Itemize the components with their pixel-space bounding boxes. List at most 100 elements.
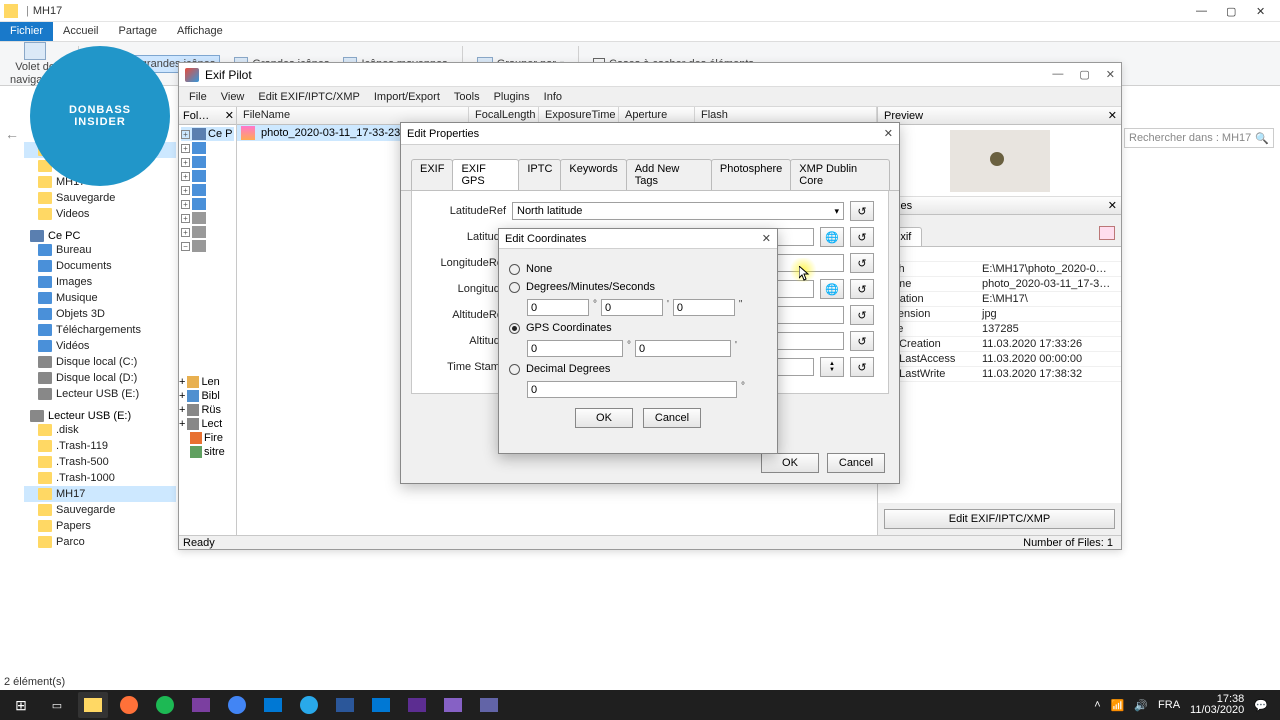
label-latituderef: LatitudeRef	[426, 205, 506, 217]
tab-keywords[interactable]: Keywords	[560, 159, 626, 190]
tray-chevron-icon[interactable]: ˄	[1094, 699, 1100, 711]
image-icon	[241, 126, 255, 140]
app-icon	[185, 68, 199, 82]
ok-button[interactable]: OK	[761, 453, 819, 473]
taskbar-app[interactable]	[402, 692, 432, 718]
close-icon[interactable]: ✕	[1108, 109, 1117, 122]
app-title: Exif Pilot	[205, 68, 1052, 82]
menu-view[interactable]: View	[215, 89, 251, 105]
reset-button[interactable]: ↺	[850, 279, 874, 299]
back-button[interactable]: ←	[0, 86, 24, 678]
taskbar-app[interactable]	[294, 692, 324, 718]
gps-deg-input[interactable]	[527, 340, 623, 357]
edit-coordinates-dialog: Edit Coordinates ✕ None Degrees/Minutes/S…	[498, 228, 778, 454]
menu-plugins[interactable]: Plugins	[488, 89, 536, 105]
globe-button[interactable]: 🌐	[820, 227, 844, 247]
tray-clock[interactable]: 17:38 11/03/2020	[1190, 694, 1244, 716]
label-altitude: Altitude	[426, 335, 506, 347]
globe-button[interactable]: 🌐	[820, 279, 844, 299]
taskbar-app[interactable]	[258, 692, 288, 718]
tab-photosphere[interactable]: Photosphere	[711, 159, 791, 190]
close-icon[interactable]: ✕	[884, 127, 893, 140]
exif-minimize-button[interactable]: —	[1052, 68, 1063, 81]
reset-button[interactable]: ↺	[850, 331, 874, 351]
reset-button[interactable]: ↺	[850, 227, 874, 247]
label-longituderef: LongitudeRef	[426, 257, 506, 269]
taskbar-app[interactable]	[114, 692, 144, 718]
cancel-button[interactable]: Cancel	[827, 453, 885, 473]
label-altituderef: AltitudeRef	[426, 309, 506, 321]
label-latitude: Latitude	[426, 231, 506, 243]
taskbar-app[interactable]	[186, 692, 216, 718]
tab-view[interactable]: Affichage	[167, 22, 233, 41]
taskbar-app[interactable]	[222, 692, 252, 718]
label-timestamp: Time Stamp	[426, 361, 506, 373]
tab-xmp-dc[interactable]: XMP Dublin Core	[790, 159, 890, 190]
cancel-button[interactable]: Cancel	[643, 408, 701, 428]
menu-info[interactable]: Info	[538, 89, 568, 105]
tab-file[interactable]: Fichier	[0, 22, 53, 41]
preview-header: Preview	[884, 110, 923, 122]
menu-edit[interactable]: Edit EXIF/IPTC/XMP	[252, 89, 365, 105]
taskbar-app[interactable]	[366, 692, 396, 718]
option-dd[interactable]: Decimal Degrees	[509, 363, 767, 375]
tab-exif[interactable]: EXIF	[411, 159, 453, 190]
explorer-titlebar: | MH17 — ▢ ✕	[0, 0, 1280, 22]
exif-maximize-button[interactable]: ▢	[1079, 68, 1089, 81]
dms-min-input[interactable]	[601, 299, 663, 316]
label-longitude: Longitude	[426, 283, 506, 295]
reset-button[interactable]: ↺	[850, 201, 874, 221]
gps-min-input[interactable]	[635, 340, 731, 357]
dms-sec-input[interactable]	[673, 299, 735, 316]
separator: |	[26, 5, 29, 17]
window-title: MH17	[33, 5, 1196, 17]
tab-share[interactable]: Partage	[108, 22, 167, 41]
taskbar-app[interactable]	[474, 692, 504, 718]
tray-language[interactable]: FRA	[1158, 699, 1180, 711]
tab-home[interactable]: Accueil	[53, 22, 108, 41]
exif-statusbar: Ready Number of Files: 1	[179, 535, 1121, 549]
reset-button[interactable]: ↺	[850, 253, 874, 273]
dialog-title: Edit Coordinates	[505, 233, 586, 245]
folder-icon	[4, 4, 18, 18]
option-dms[interactable]: Degrees/Minutes/Seconds	[509, 281, 767, 293]
start-button[interactable]: ⊞	[6, 692, 36, 718]
taskbar-app[interactable]	[78, 692, 108, 718]
spinner-button[interactable]: ▲▼	[820, 357, 844, 377]
close-icon[interactable]: ✕	[762, 232, 771, 245]
close-button[interactable]: ✕	[1256, 5, 1268, 17]
tray-network-icon[interactable]: 📶	[1111, 699, 1125, 712]
option-none[interactable]: None	[509, 263, 767, 275]
taskbar-app[interactable]	[150, 692, 180, 718]
reset-button[interactable]: ↺	[850, 305, 874, 325]
folder-column: Fol…✕ +Ce P + + + + + + + − +Len +Bibl +…	[179, 107, 237, 535]
task-view-button[interactable]: ▭	[42, 692, 72, 718]
close-icon[interactable]: ✕	[225, 109, 234, 122]
property-list: …n PathE:\MH17\photo_2020-0… Namephoto_2…	[878, 247, 1121, 503]
tray-volume-icon[interactable]: 🔊	[1134, 699, 1148, 712]
taskbar-app[interactable]	[438, 692, 468, 718]
maximize-button[interactable]: ▢	[1226, 5, 1238, 17]
minimize-button[interactable]: —	[1196, 5, 1208, 17]
edit-exif-button[interactable]: Edit EXIF/IPTC/XMP	[884, 509, 1115, 529]
tab-iptc[interactable]: IPTC	[518, 159, 561, 190]
taskbar: ⊞ ▭ ˄ 📶 🔊 FRA 17:38 11/03/2020 💬	[0, 690, 1280, 720]
dms-deg-input[interactable]	[527, 299, 589, 316]
tray-notifications-icon[interactable]: 💬	[1254, 699, 1268, 712]
option-gps[interactable]: GPS Coordinates	[509, 322, 767, 334]
exif-titlebar[interactable]: Exif Pilot — ▢ ✕	[179, 63, 1121, 87]
latituderef-select[interactable]: North latitude▾	[512, 202, 844, 220]
exif-close-button[interactable]: ✕	[1106, 68, 1115, 81]
reset-button[interactable]: ↺	[850, 357, 874, 377]
tab-exif-gps[interactable]: EXIF GPS	[452, 159, 519, 190]
dd-input[interactable]	[527, 381, 737, 398]
menu-file[interactable]: File	[183, 89, 213, 105]
taskbar-app[interactable]	[330, 692, 360, 718]
tab-options-icon[interactable]	[1099, 226, 1115, 240]
menu-tools[interactable]: Tools	[448, 89, 486, 105]
menu-import[interactable]: Import/Export	[368, 89, 446, 105]
close-icon[interactable]: ✕	[1108, 199, 1117, 212]
dialog-title: Edit Properties	[407, 128, 479, 140]
ok-button[interactable]: OK	[575, 408, 633, 428]
tab-add-new[interactable]: Add New Tags	[626, 159, 712, 190]
